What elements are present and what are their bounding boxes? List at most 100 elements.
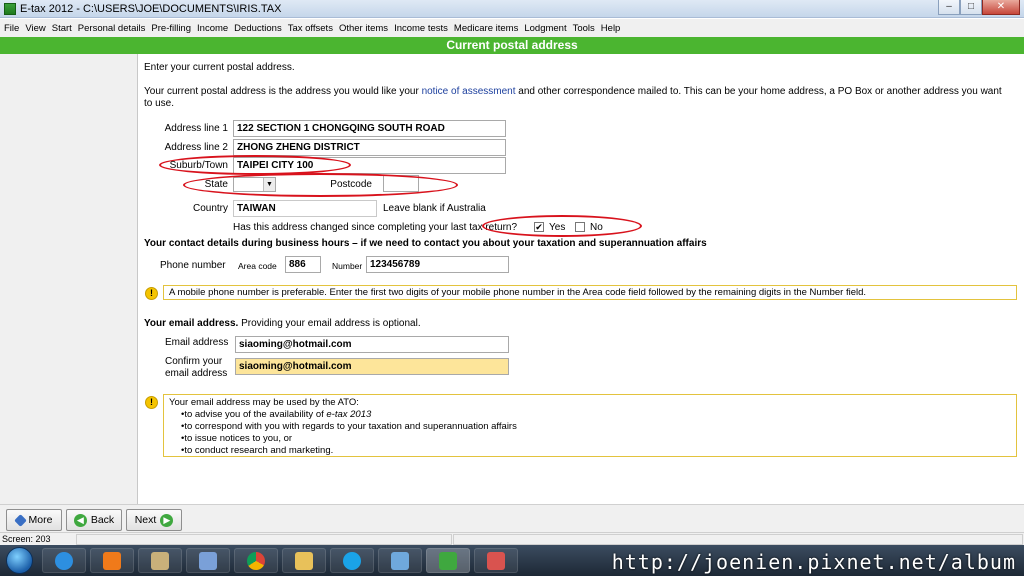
menu-other-items[interactable]: Other items (339, 23, 388, 34)
email-usage-note: Your email address may be used by the AT… (163, 394, 1017, 457)
folder-taskbar-icon[interactable] (282, 548, 326, 573)
menu-personal-details[interactable]: Personal details (78, 23, 146, 34)
window-controls: – □ ✕ (938, 0, 1020, 15)
confirm-email-input[interactable]: siaoming@hotmail.com (235, 358, 509, 375)
menu-file[interactable]: File (4, 23, 19, 34)
address-line1-input[interactable]: 122 SECTION 1 CHONGQING SOUTH ROAD (233, 120, 506, 137)
back-label: Back (90, 514, 115, 526)
minimize-icon[interactable]: – (938, 0, 960, 15)
no-label: No (590, 222, 603, 233)
etax-app-icon (4, 2, 16, 15)
skype-taskbar-icon[interactable] (330, 548, 374, 573)
more-button[interactable]: More (6, 509, 62, 531)
yes-checkbox[interactable]: ✔ (534, 222, 544, 232)
email-note-item: •to issue notices to you, or (181, 433, 293, 444)
tool-taskbar-icon[interactable] (186, 548, 230, 573)
confirm-email-label-2: email address (165, 368, 228, 379)
email-input[interactable]: siaoming@hotmail.com (235, 336, 509, 353)
chrome-taskbar-icon[interactable] (234, 548, 278, 573)
document-taskbar-icon[interactable] (378, 548, 422, 573)
menu-pre-filling[interactable]: Pre-filling (151, 23, 191, 34)
notice-of-assessment-link[interactable]: notice of assessment (422, 86, 516, 97)
menu-bar: File View Start Personal details Pre-fil… (0, 19, 1024, 37)
button-bar: More ◀ Back Next ▶ (0, 504, 1024, 532)
email-heading: Your email address. Providing your email… (144, 318, 421, 329)
app-taskbar-icon[interactable] (474, 548, 518, 573)
close-icon[interactable]: ✕ (982, 0, 1020, 15)
postcode-input[interactable] (383, 175, 419, 192)
no-checkbox[interactable] (575, 222, 585, 232)
state-label: State (204, 179, 228, 190)
intro-description: Your current postal address is the addre… (144, 86, 1004, 110)
menu-income[interactable]: Income (197, 23, 228, 34)
back-arrow-icon: ◀ (73, 513, 87, 527)
state-select[interactable]: ▼ (233, 177, 276, 192)
menu-tax-offsets[interactable]: Tax offsets (288, 23, 333, 34)
menu-lodgment[interactable]: Lodgment (524, 23, 566, 34)
menu-start[interactable]: Start (52, 23, 72, 34)
address-line2-input[interactable]: ZHONG ZHENG DISTRICT (233, 139, 506, 156)
country-input[interactable]: TAIWAN (233, 200, 377, 217)
confirm-email-label-1: Confirm your (165, 356, 223, 367)
maximize-icon[interactable]: □ (960, 0, 982, 15)
next-button[interactable]: Next ▶ (126, 509, 182, 531)
address-line1-label: Address line 1 (164, 123, 228, 134)
watermark-text: http://joenien.pixnet.net/album (611, 550, 1016, 574)
page-title: Current postal address (0, 37, 1024, 54)
address-line2-label: Address line 2 (164, 142, 228, 153)
email-note-item: •to correspond with you with regards to … (181, 421, 517, 432)
email-note-item-text: •to advise you of the availability of (181, 409, 327, 420)
postcode-label: Postcode (330, 179, 372, 190)
area-code-label: Area code (238, 261, 277, 271)
country-hint: Leave blank if Australia (383, 203, 486, 214)
email-note-item: •to advise you of the availability of e-… (169, 409, 1011, 421)
back-button[interactable]: ◀ Back (66, 509, 122, 531)
window-title: E-tax 2012 - C:\USERS\JOE\DOCUMENTS\IRIS… (20, 2, 282, 15)
calculator-taskbar-icon[interactable] (138, 548, 182, 573)
suburb-label: Suburb/Town (169, 160, 228, 171)
warning-icon: ! (145, 396, 158, 409)
intro-text: Enter your current postal address. (144, 62, 295, 73)
windows-start-icon[interactable] (6, 547, 33, 574)
next-label: Next (134, 514, 157, 526)
email-heading-rest: Providing your email address is optional… (238, 318, 421, 329)
title-bar: E-tax 2012 - C:\USERS\JOE\DOCUMENTS\IRIS… (0, 0, 1024, 18)
email-heading-bold: Your email address. (144, 318, 239, 329)
email-note-item: •to conduct research and marketing. (181, 445, 334, 456)
email-note-title: Your email address may be used by the AT… (169, 397, 359, 408)
warning-icon: ! (145, 287, 158, 300)
menu-view[interactable]: View (25, 23, 45, 34)
address-changed-question: Has this address changed since completin… (233, 222, 518, 233)
mobile-note: A mobile phone number is preferable. Ent… (163, 285, 1017, 300)
ie-taskbar-icon[interactable] (42, 548, 86, 573)
navigation-pane (0, 54, 138, 504)
status-cell (76, 534, 452, 545)
menu-help[interactable]: Help (601, 23, 621, 34)
phone-number-input[interactable]: 123456789 (366, 256, 509, 273)
confirm-email-label: Confirm your email address (165, 356, 227, 380)
main-content: Enter your current postal address. Your … (144, 54, 1018, 504)
yes-label: Yes (549, 222, 566, 233)
status-cell (453, 534, 1023, 545)
more-label: More (28, 514, 53, 526)
area-code-input[interactable]: 886 (285, 256, 321, 273)
country-label: Country (192, 203, 228, 214)
menu-tools[interactable]: Tools (573, 23, 595, 34)
contact-heading: Your contact details during business hou… (144, 238, 707, 249)
status-text: Screen: 203 (2, 534, 51, 544)
menu-deductions[interactable]: Deductions (234, 23, 282, 34)
forward-arrow-icon: ▶ (160, 513, 174, 527)
email-address-label: Email address (165, 337, 229, 348)
chevron-down-icon[interactable]: ▼ (263, 178, 275, 191)
phone-number-label: Phone number (160, 260, 226, 271)
suburb-input[interactable]: TAIPEI CITY 100 (233, 157, 506, 174)
status-bar: Screen: 203 (0, 532, 1024, 545)
email-note-item-emphasis: e-tax 2013 (326, 409, 372, 420)
menu-medicare-items[interactable]: Medicare items (454, 23, 518, 34)
intro-desc-pre: Your current postal address is the addre… (144, 86, 422, 97)
menu-income-tests[interactable]: Income tests (394, 23, 448, 34)
etax-taskbar-icon[interactable] (426, 548, 470, 573)
diamond-icon (13, 513, 27, 527)
media-player-taskbar-icon[interactable] (90, 548, 134, 573)
number-label: Number (332, 261, 363, 271)
